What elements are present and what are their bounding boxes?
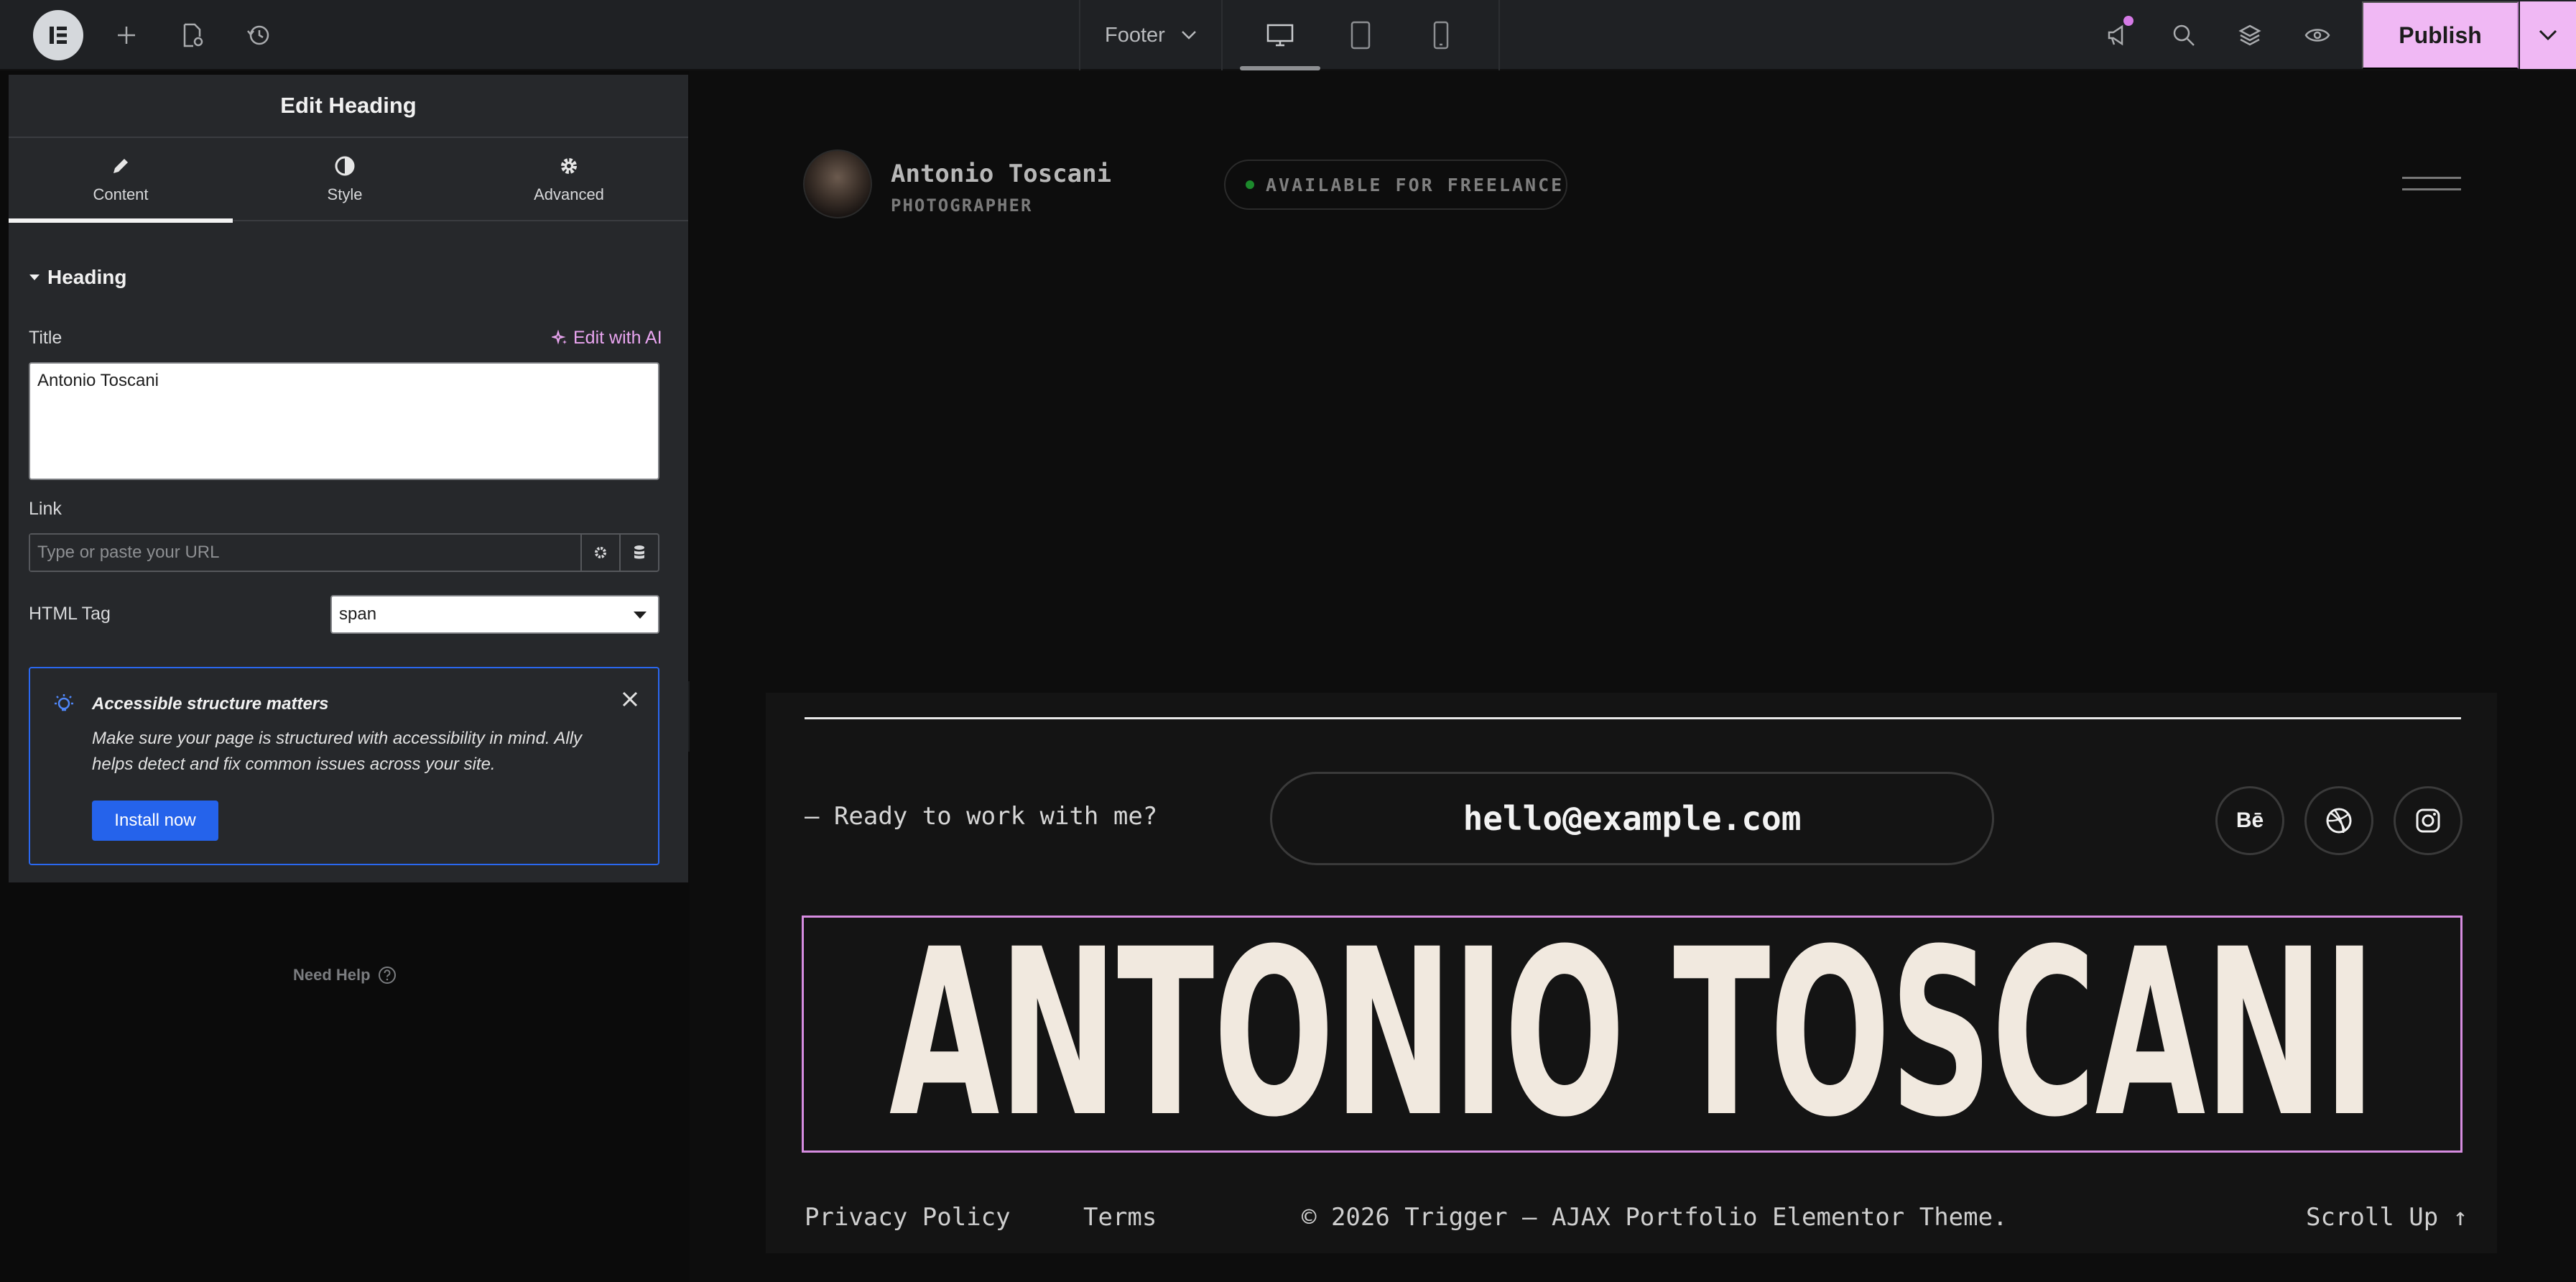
close-icon[interactable]	[621, 690, 639, 712]
chevron-down-icon	[2539, 29, 2557, 41]
big-heading-text: ANTONIO TOSCANI	[889, 916, 2376, 1153]
site-brand-role: PHOTOGRAPHER	[891, 195, 1033, 216]
avatar	[803, 149, 872, 218]
html-tag-value: span	[339, 604, 377, 624]
link-label: Link	[29, 499, 62, 519]
need-help-link[interactable]: Need Help	[293, 966, 397, 984]
notice-title: Accessible structure matters	[92, 694, 329, 714]
instagram-icon[interactable]	[2394, 786, 2463, 855]
tablet-icon[interactable]	[1320, 0, 1401, 70]
tab-style[interactable]: Style	[233, 138, 457, 221]
terms-link[interactable]: Terms	[1083, 1203, 1157, 1232]
publish-options-button[interactable]	[2520, 1, 2576, 69]
document-switcher[interactable]: Footer	[1079, 0, 1223, 70]
history-icon[interactable]	[240, 0, 277, 70]
title-label: Title	[29, 328, 62, 348]
gear-icon	[561, 158, 577, 174]
copyright-text: © 2026 Trigger — AJAX Portfolio Elemento…	[1302, 1203, 2008, 1232]
top-bar: Footer Publish	[0, 0, 2576, 70]
site-brand-name[interactable]: Antonio Toscani	[891, 160, 1111, 188]
ready-text: — Ready to work with me?	[805, 802, 1158, 831]
link-field	[29, 533, 659, 572]
status-dot	[1246, 180, 1254, 189]
sparkle-icon	[552, 329, 567, 345]
dribbble-icon[interactable]	[2304, 786, 2373, 855]
elementor-logo-icon[interactable]	[33, 10, 83, 60]
editor-panel: Edit Heading Content Style Advanced Head…	[9, 75, 688, 882]
lightbulb-icon	[55, 694, 73, 711]
notification-badge	[2123, 16, 2133, 26]
hamburger-menu-icon[interactable]	[2402, 175, 2461, 195]
availability-badge: AVAILABLE FOR FREELANCE	[1224, 160, 1567, 210]
caret-down-icon	[634, 612, 647, 619]
privacy-policy-link[interactable]: Privacy Policy	[805, 1203, 1011, 1232]
notifications-icon[interactable]	[2099, 0, 2136, 70]
edit-with-ai-label: Edit with AI	[573, 328, 662, 348]
footer-section: — Ready to work with me? hello@example.c…	[766, 693, 2497, 1253]
html-tag-label: HTML Tag	[29, 604, 111, 624]
title-textarea[interactable]: Antonio Toscani	[29, 362, 659, 480]
link-options-gear-icon[interactable]	[580, 535, 619, 571]
layers-icon[interactable]	[2231, 0, 2269, 70]
publish-button[interactable]: Publish	[2362, 1, 2519, 69]
section-title: Heading	[47, 266, 127, 288]
scroll-up-link[interactable]: Scroll Up ↑	[2306, 1203, 2468, 1232]
search-icon[interactable]	[2165, 0, 2202, 70]
behance-label: Bē	[2236, 808, 2264, 832]
notice-body: Make sure your page is structured with a…	[92, 729, 583, 774]
document-name: Footer	[1105, 23, 1165, 47]
page-settings-icon[interactable]	[174, 0, 211, 70]
tab-label: Content	[93, 185, 149, 203]
link-input[interactable]	[30, 535, 580, 571]
help-circle-icon	[378, 967, 396, 984]
panel-title: Edit Heading	[9, 75, 688, 138]
pencil-icon	[113, 159, 128, 173]
panel-tabs: Content Style Advanced	[9, 138, 688, 223]
device-switcher	[1223, 0, 1500, 70]
behance-icon[interactable]: Bē	[2215, 786, 2284, 855]
tab-advanced[interactable]: Advanced	[457, 138, 681, 221]
html-tag-select[interactable]: span	[330, 595, 659, 634]
caret-down-icon	[29, 275, 40, 280]
dynamic-tags-database-icon[interactable]	[619, 535, 658, 571]
contrast-icon	[335, 156, 355, 176]
accessibility-notice: Accessible structure matters Make sure y…	[29, 667, 659, 865]
need-help-label: Need Help	[293, 966, 371, 984]
desktop-icon[interactable]	[1240, 0, 1320, 70]
install-now-button[interactable]: Install now	[92, 801, 218, 841]
preview-eye-icon[interactable]	[2299, 0, 2336, 70]
edit-with-ai-button[interactable]: Edit with AI	[552, 328, 662, 349]
selected-heading-widget[interactable]: ANTONIO TOSCANI	[802, 916, 2463, 1153]
tab-label: Advanced	[534, 185, 604, 203]
footer-divider	[805, 717, 2461, 719]
email-button[interactable]: hello@example.com	[1270, 772, 1994, 865]
availability-text: AVAILABLE FOR FREELANCE	[1266, 174, 1565, 195]
tab-content[interactable]: Content	[9, 138, 233, 223]
mobile-icon[interactable]	[1401, 0, 1481, 70]
tab-label: Style	[327, 185, 363, 203]
add-icon[interactable]	[108, 0, 145, 70]
chevron-down-icon	[1181, 31, 1196, 40]
section-toggle-heading[interactable]: Heading	[29, 266, 126, 289]
